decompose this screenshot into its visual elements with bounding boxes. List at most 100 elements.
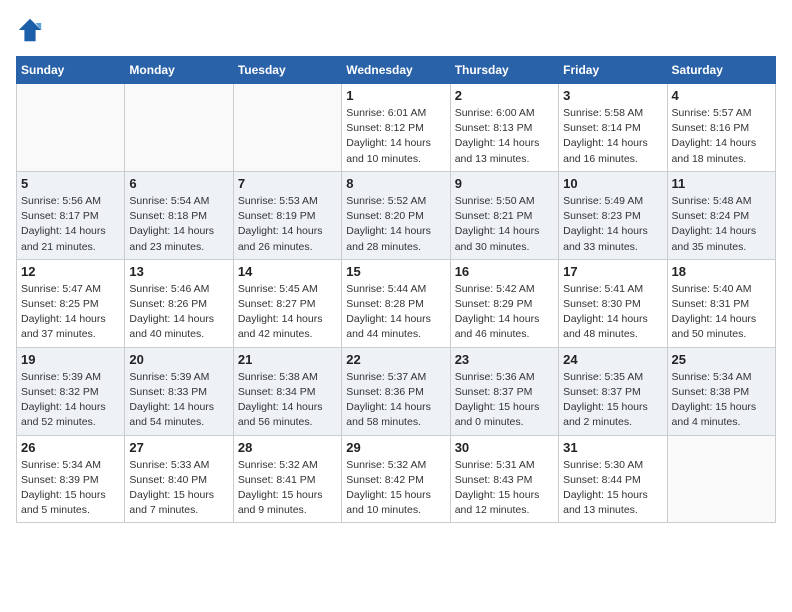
day-number: 18 [672, 264, 771, 279]
day-number: 29 [346, 440, 445, 455]
day-cell [667, 435, 775, 523]
day-cell: 29 Sunrise: 5:32 AMSunset: 8:42 PMDayligh… [342, 435, 450, 523]
day-info: Sunrise: 5:34 AMSunset: 8:38 PMDaylight:… [672, 370, 771, 431]
day-info: Sunrise: 5:39 AMSunset: 8:32 PMDaylight:… [21, 370, 120, 431]
day-number: 19 [21, 352, 120, 367]
day-number: 9 [455, 176, 554, 191]
day-cell: 19 Sunrise: 5:39 AMSunset: 8:32 PMDayligh… [17, 347, 125, 435]
day-info: Sunrise: 5:31 AMSunset: 8:43 PMDaylight:… [455, 458, 554, 519]
day-number: 8 [346, 176, 445, 191]
day-cell: 11 Sunrise: 5:48 AMSunset: 8:24 PMDayligh… [667, 171, 775, 259]
day-number: 22 [346, 352, 445, 367]
col-header-wednesday: Wednesday [342, 57, 450, 84]
day-number: 7 [238, 176, 337, 191]
week-row-2: 5 Sunrise: 5:56 AMSunset: 8:17 PMDaylight… [17, 171, 776, 259]
day-cell: 4 Sunrise: 5:57 AMSunset: 8:16 PMDaylight… [667, 84, 775, 172]
day-number: 3 [563, 88, 662, 103]
day-info: Sunrise: 5:30 AMSunset: 8:44 PMDaylight:… [563, 458, 662, 519]
day-info: Sunrise: 5:46 AMSunset: 8:26 PMDaylight:… [129, 282, 228, 343]
day-cell: 9 Sunrise: 5:50 AMSunset: 8:21 PMDaylight… [450, 171, 558, 259]
day-cell: 24 Sunrise: 5:35 AMSunset: 8:37 PMDayligh… [559, 347, 667, 435]
day-cell: 23Sunrise: 5:36 AMSunset: 8:37 PMDayligh… [450, 347, 558, 435]
day-cell: 14 Sunrise: 5:45 AMSunset: 8:27 PMDayligh… [233, 259, 341, 347]
day-number: 16 [455, 264, 554, 279]
day-info: Sunrise: 5:39 AMSunset: 8:33 PMDaylight:… [129, 370, 228, 431]
day-cell: 25 Sunrise: 5:34 AMSunset: 8:38 PMDayligh… [667, 347, 775, 435]
day-cell: 10 Sunrise: 5:49 AMSunset: 8:23 PMDayligh… [559, 171, 667, 259]
day-info: Sunrise: 5:47 AMSunset: 8:25 PMDaylight:… [21, 282, 120, 343]
day-cell: 6Sunrise: 5:54 AMSunset: 8:18 PMDaylight… [125, 171, 233, 259]
day-number: 11 [672, 176, 771, 191]
col-header-thursday: Thursday [450, 57, 558, 84]
day-cell: 28Sunrise: 5:32 AMSunset: 8:41 PMDayligh… [233, 435, 341, 523]
day-info: Sunrise: 5:56 AMSunset: 8:17 PMDaylight:… [21, 194, 120, 255]
day-info: Sunrise: 5:53 AMSunset: 8:19 PMDaylight:… [238, 194, 337, 255]
day-cell: 21Sunrise: 5:38 AMSunset: 8:34 PMDayligh… [233, 347, 341, 435]
header-row: SundayMondayTuesdayWednesdayThursdayFrid… [17, 57, 776, 84]
calendar-table: SundayMondayTuesdayWednesdayThursdayFrid… [16, 56, 776, 523]
day-info: Sunrise: 5:45 AMSunset: 8:27 PMDaylight:… [238, 282, 337, 343]
week-row-4: 19 Sunrise: 5:39 AMSunset: 8:32 PMDayligh… [17, 347, 776, 435]
col-header-sunday: Sunday [17, 57, 125, 84]
col-header-monday: Monday [125, 57, 233, 84]
day-info: Sunrise: 5:32 AMSunset: 8:41 PMDaylight:… [238, 458, 337, 519]
day-number: 31 [563, 440, 662, 455]
col-header-friday: Friday [559, 57, 667, 84]
day-number: 5 [21, 176, 120, 191]
page-header [16, 16, 776, 44]
day-cell: 2Sunrise: 6:00 AMSunset: 8:13 PMDaylight… [450, 84, 558, 172]
day-info: Sunrise: 6:01 AMSunset: 8:12 PMDaylight:… [346, 106, 445, 167]
day-cell: 12 Sunrise: 5:47 AMSunset: 8:25 PMDayligh… [17, 259, 125, 347]
day-cell: 7 Sunrise: 5:53 AMSunset: 8:19 PMDaylight… [233, 171, 341, 259]
day-info: Sunrise: 5:38 AMSunset: 8:34 PMDaylight:… [238, 370, 337, 431]
logo-icon [16, 16, 44, 44]
week-row-1: 1Sunrise: 6:01 AMSunset: 8:12 PMDaylight… [17, 84, 776, 172]
day-number: 24 [563, 352, 662, 367]
day-cell: 18 Sunrise: 5:40 AMSunset: 8:31 PMDayligh… [667, 259, 775, 347]
day-number: 6 [129, 176, 228, 191]
day-number: 14 [238, 264, 337, 279]
day-info: Sunrise: 5:33 AMSunset: 8:40 PMDaylight:… [129, 458, 228, 519]
col-header-tuesday: Tuesday [233, 57, 341, 84]
week-row-5: 26Sunrise: 5:34 AMSunset: 8:39 PMDayligh… [17, 435, 776, 523]
day-number: 25 [672, 352, 771, 367]
day-number: 4 [672, 88, 771, 103]
day-info: Sunrise: 5:42 AMSunset: 8:29 PMDaylight:… [455, 282, 554, 343]
day-info: Sunrise: 5:52 AMSunset: 8:20 PMDaylight:… [346, 194, 445, 255]
day-cell [233, 84, 341, 172]
day-cell: 20 Sunrise: 5:39 AMSunset: 8:33 PMDayligh… [125, 347, 233, 435]
day-cell: 31 Sunrise: 5:30 AMSunset: 8:44 PMDayligh… [559, 435, 667, 523]
day-cell: 13Sunrise: 5:46 AMSunset: 8:26 PMDayligh… [125, 259, 233, 347]
day-info: Sunrise: 6:00 AMSunset: 8:13 PMDaylight:… [455, 106, 554, 167]
day-info: Sunrise: 5:57 AMSunset: 8:16 PMDaylight:… [672, 106, 771, 167]
day-info: Sunrise: 5:49 AMSunset: 8:23 PMDaylight:… [563, 194, 662, 255]
day-info: Sunrise: 5:58 AMSunset: 8:14 PMDaylight:… [563, 106, 662, 167]
day-cell: 22 Sunrise: 5:37 AMSunset: 8:36 PMDayligh… [342, 347, 450, 435]
day-cell: 15Sunrise: 5:44 AMSunset: 8:28 PMDayligh… [342, 259, 450, 347]
day-number: 10 [563, 176, 662, 191]
day-cell: 16 Sunrise: 5:42 AMSunset: 8:29 PMDayligh… [450, 259, 558, 347]
day-cell: 26Sunrise: 5:34 AMSunset: 8:39 PMDayligh… [17, 435, 125, 523]
day-info: Sunrise: 5:36 AMSunset: 8:37 PMDaylight:… [455, 370, 554, 431]
day-number: 20 [129, 352, 228, 367]
day-cell [17, 84, 125, 172]
day-info: Sunrise: 5:32 AMSunset: 8:42 PMDaylight:… [346, 458, 445, 519]
day-info: Sunrise: 5:34 AMSunset: 8:39 PMDaylight:… [21, 458, 120, 519]
day-cell [125, 84, 233, 172]
day-number: 12 [21, 264, 120, 279]
day-info: Sunrise: 5:37 AMSunset: 8:36 PMDaylight:… [346, 370, 445, 431]
day-info: Sunrise: 5:44 AMSunset: 8:28 PMDaylight:… [346, 282, 445, 343]
day-cell: 30Sunrise: 5:31 AMSunset: 8:43 PMDayligh… [450, 435, 558, 523]
logo [16, 16, 48, 44]
day-info: Sunrise: 5:50 AMSunset: 8:21 PMDaylight:… [455, 194, 554, 255]
day-info: Sunrise: 5:35 AMSunset: 8:37 PMDaylight:… [563, 370, 662, 431]
day-cell: 5 Sunrise: 5:56 AMSunset: 8:17 PMDaylight… [17, 171, 125, 259]
day-info: Sunrise: 5:41 AMSunset: 8:30 PMDaylight:… [563, 282, 662, 343]
col-header-saturday: Saturday [667, 57, 775, 84]
day-cell: 27Sunrise: 5:33 AMSunset: 8:40 PMDayligh… [125, 435, 233, 523]
day-cell: 8 Sunrise: 5:52 AMSunset: 8:20 PMDaylight… [342, 171, 450, 259]
day-info: Sunrise: 5:40 AMSunset: 8:31 PMDaylight:… [672, 282, 771, 343]
day-info: Sunrise: 5:48 AMSunset: 8:24 PMDaylight:… [672, 194, 771, 255]
day-cell: 3 Sunrise: 5:58 AMSunset: 8:14 PMDaylight… [559, 84, 667, 172]
day-number: 17 [563, 264, 662, 279]
